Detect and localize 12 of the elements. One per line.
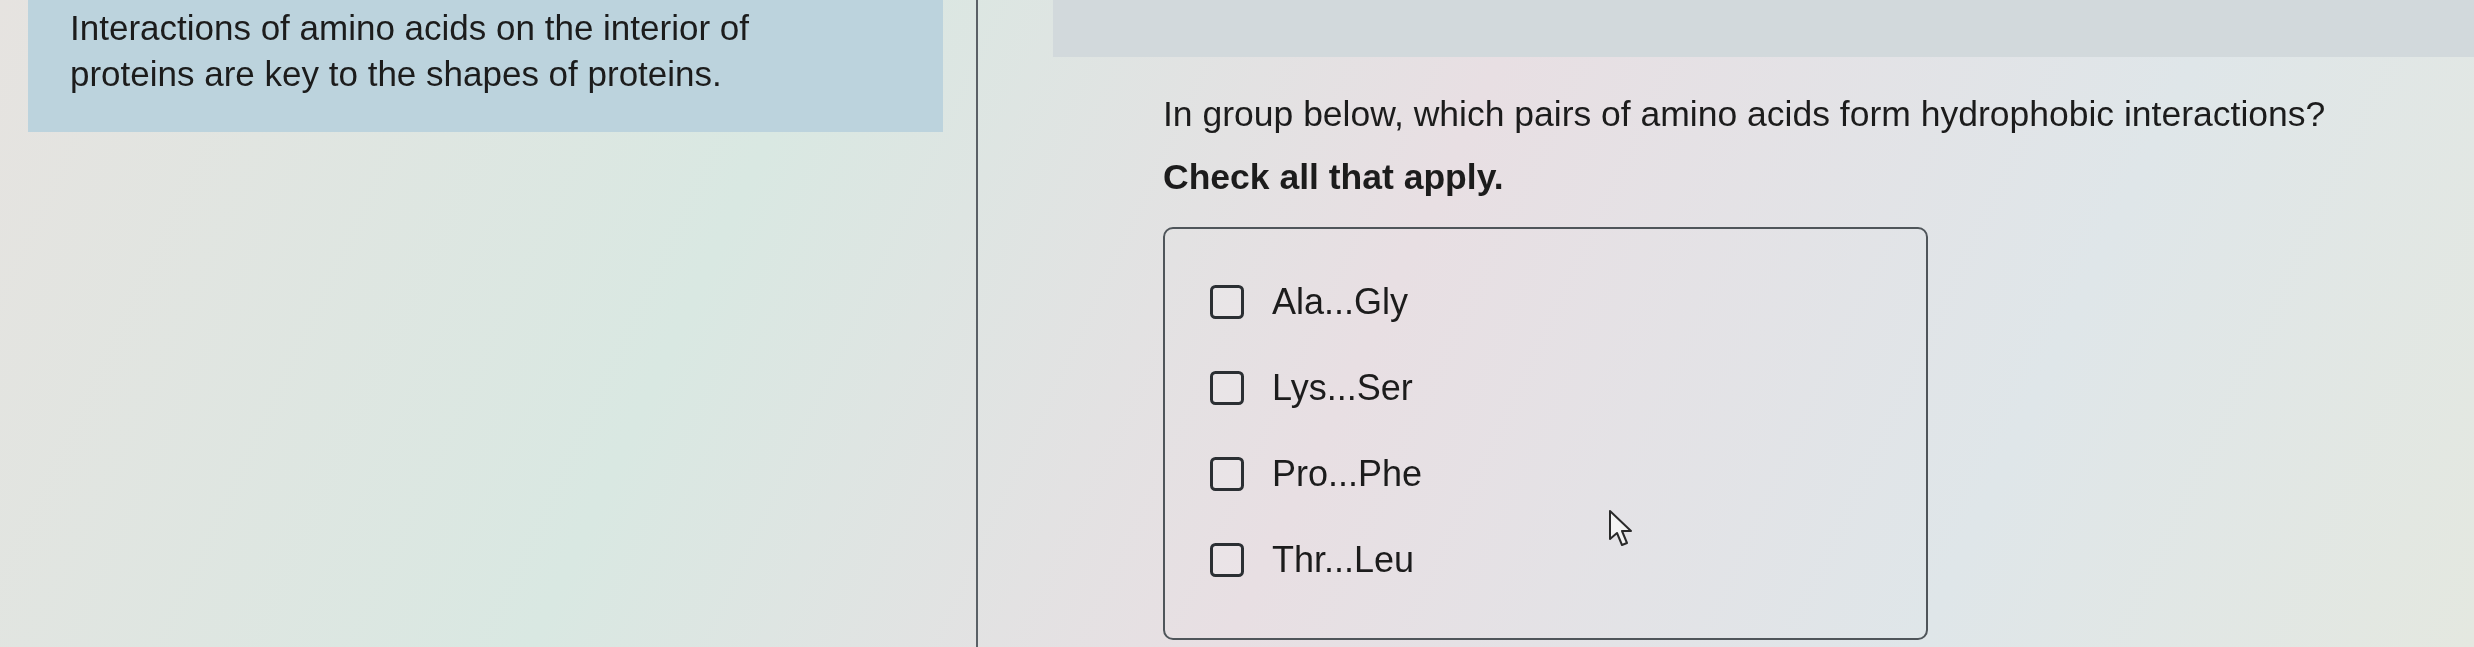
instruction-text: Check all that apply. xyxy=(1163,157,1504,197)
option-label[interactable]: Lys...Ser xyxy=(1272,365,1413,411)
intro-text: Interactions of amino acids on the interior of proteins are key to the shapes of proteins. xyxy=(70,7,750,95)
option-label[interactable]: Ala...Gly xyxy=(1272,279,1409,325)
option-label[interactable]: Pro...Phe xyxy=(1272,451,1423,497)
option-label[interactable]: Thr...Leu xyxy=(1272,537,1415,583)
checkbox[interactable] xyxy=(1210,543,1244,577)
checkbox[interactable] xyxy=(1210,285,1244,319)
cursor-icon xyxy=(1608,509,1634,547)
question-prompt: In group below, which pairs of amino acids form hydrophobic interactions? xyxy=(1163,94,2326,134)
checkbox[interactable] xyxy=(1210,371,1244,405)
checkbox[interactable] xyxy=(1210,457,1244,491)
